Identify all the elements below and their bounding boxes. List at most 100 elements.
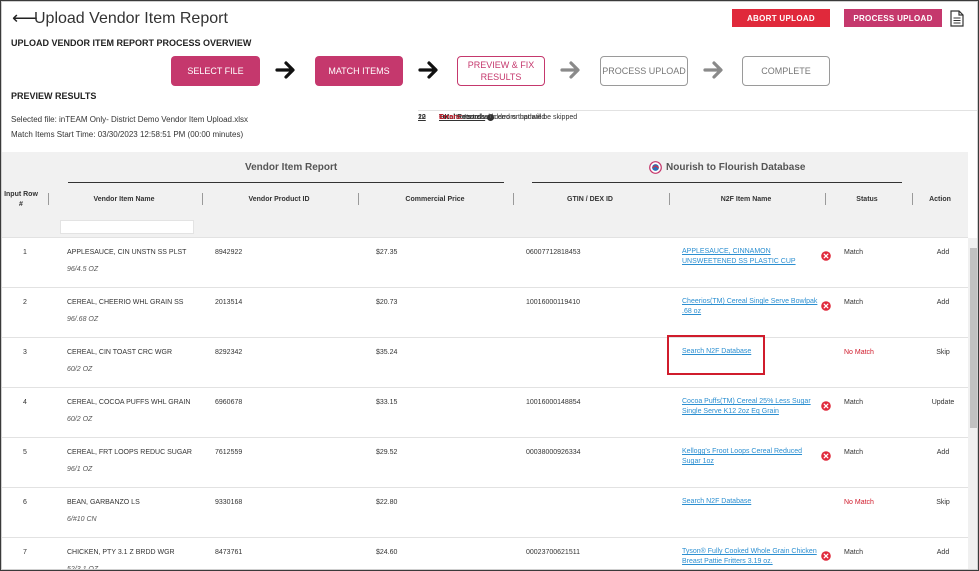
cell-action[interactable]: Add [930, 299, 956, 306]
cell-status: Match [844, 399, 864, 406]
cell-vendor-product-id: 8292342 [215, 349, 243, 356]
cell-status: Match [844, 249, 864, 256]
table-row: 5 CEREAL, FRT LOOPS REDUC SUGAR 96/1 OZ 761… [2, 437, 968, 487]
remove-circle-icon[interactable] [821, 401, 831, 411]
table-row: 7 CHICKEN, PTY 3.1 Z BRDD WGR 52/3.1 OZ 847… [2, 537, 968, 570]
col-vendor-item-name[interactable]: Vendor Item Name [62, 196, 186, 203]
cell-action[interactable]: Update [930, 399, 956, 406]
error-text: Items with errors that will be skipped [464, 113, 578, 121]
cell-gtin: 10016000119410 [526, 299, 580, 306]
step-complete[interactable]: COMPLETE [742, 56, 830, 86]
cell-input-row: 2 [23, 299, 27, 306]
cell-input-row: 1 [23, 249, 27, 256]
arrow-right-icon [275, 61, 295, 79]
scrollbar-thumb[interactable] [970, 248, 977, 428]
cell-pack-size: 60/2 OZ [67, 416, 93, 423]
cell-n2f-item-link[interactable]: Search N2F Database [682, 497, 822, 507]
cell-status: Match [844, 299, 864, 306]
remove-circle-icon[interactable] [821, 551, 831, 561]
col-action[interactable]: Action [920, 196, 960, 203]
cell-commercial-price: $29.52 [376, 449, 398, 456]
col-separator[interactable] [48, 193, 49, 205]
cell-action[interactable]: Add [930, 249, 956, 256]
col-gtin[interactable]: GTIN / DEX ID [527, 196, 653, 203]
col-commercial-price[interactable]: Commercial Price [372, 196, 498, 203]
cell-pack-size: 52/3.1 OZ [67, 566, 99, 570]
cell-n2f-item-link[interactable]: Tyson® Fully Cooked Whole Grain Chicken … [682, 547, 822, 567]
remove-circle-icon[interactable] [821, 251, 831, 261]
cell-n2f-item-link[interactable]: APPLESAUCE, CINNAMON UNSWEETENED SS PLAS… [682, 247, 822, 267]
step-process-upload[interactable]: PROCESS UPLOAD [600, 56, 688, 86]
arrow-right-icon [560, 61, 580, 79]
step-preview-fix-results[interactable]: PREVIEW & FIX RESULTS [457, 56, 545, 86]
table-row: 3 CEREAL, CIN TOAST CRC WGR 60/2 OZ 8292342… [2, 337, 968, 387]
cell-vendor-item-name: BEAN, GARBANZO LS [67, 499, 140, 506]
cell-vendor-product-id: 2013514 [215, 299, 243, 306]
cell-vendor-product-id: 9330168 [215, 499, 243, 506]
cell-status: No Match [844, 349, 874, 356]
cell-status: Match [844, 549, 864, 556]
cell-input-row: 6 [23, 499, 27, 506]
col-separator[interactable] [202, 193, 203, 205]
group-divider [68, 182, 504, 183]
col-separator[interactable] [912, 193, 913, 205]
cell-commercial-price: $27.35 [376, 249, 398, 256]
preview-results-title: PREVIEW RESULTS [11, 91, 97, 101]
cell-vendor-item-name: CEREAL, CIN TOAST CRC WGR [67, 349, 173, 356]
step-match-items[interactable]: MATCH ITEMS [315, 56, 403, 86]
abort-upload-button[interactable]: ABORT UPLOAD [732, 9, 830, 27]
col-n2f-item-name[interactable]: N2F Item Name [682, 196, 810, 203]
cell-pack-size: 60/2 OZ [67, 366, 93, 373]
col-status[interactable]: Status [838, 196, 896, 203]
cell-vendor-product-id: 7612559 [215, 449, 243, 456]
cell-n2f-item-link[interactable]: Cocoa Puffs(TM) Cereal 25% Less Sugar Si… [682, 397, 822, 417]
table-row: 2 CEREAL, CHEERIO WHL GRAIN SS 96/.68 OZ 20… [2, 287, 968, 337]
cell-vendor-item-name: CEREAL, FRT LOOPS REDUC SUGAR [67, 449, 192, 456]
cell-n2f-item-link[interactable]: Cheerios(TM) Cereal Single Serve Bowlpak… [682, 297, 822, 317]
arrow-right-icon [418, 61, 438, 79]
group-vendor-item-report: Vendor Item Report [245, 162, 338, 173]
page-title: Upload Vendor Item Report [34, 10, 228, 27]
col-separator[interactable] [358, 193, 359, 205]
cell-pack-size: 96/.68 OZ [67, 316, 99, 323]
cell-vendor-item-name: CEREAL, CHEERIO WHL GRAIN SS [67, 299, 184, 306]
process-overview-title: UPLOAD VENDOR ITEM REPORT PROCESS OVERVI… [11, 38, 252, 48]
cell-pack-size: 96/4.5 OZ [67, 266, 99, 273]
cell-vendor-item-name: CEREAL, COCOA PUFFS WHL GRAIN [67, 399, 191, 406]
process-upload-button[interactable]: PROCESS UPLOAD [844, 9, 942, 27]
cell-action[interactable]: Add [930, 449, 956, 456]
group-n2f-database: Nourish to Flourish Database [666, 162, 806, 173]
document-icon[interactable] [950, 10, 964, 27]
remove-circle-icon[interactable] [821, 451, 831, 461]
col-input-row[interactable]: Input Row # [2, 190, 40, 210]
cell-action[interactable]: Skip [930, 349, 956, 356]
col-vendor-product-id[interactable]: Vendor Product ID [216, 196, 342, 203]
cell-gtin: 06007712818453 [526, 249, 581, 256]
col-separator[interactable] [513, 193, 514, 205]
cell-n2f-item-link[interactable]: Kellogg's Froot Loops Cereal Reduced Sug… [682, 447, 822, 467]
col-separator[interactable] [825, 193, 826, 205]
cell-commercial-price: $35.24 [376, 349, 398, 356]
col-separator[interactable] [669, 193, 670, 205]
cell-input-row: 5 [23, 449, 27, 456]
cell-vendor-product-id: 6960678 [215, 399, 243, 406]
table-row: 6 BEAN, GARBANZO LS 6/#10 CN 9330168 $22.80 S… [2, 487, 968, 537]
cell-status: No Match [844, 499, 874, 506]
cell-action[interactable]: Add [930, 549, 956, 556]
cell-input-row: 7 [23, 549, 27, 556]
table-row: 1 APPLESAUCE, CIN UNSTN SS PLST 96/4.5 OZ 8… [2, 237, 968, 287]
table-row: 4 CEREAL, COCOA PUFFS WHL GRAIN 60/2 OZ 696… [2, 387, 968, 437]
cell-commercial-price: $22.80 [376, 499, 398, 506]
match-start-time-text: Match Items Start Time: 03/30/2023 12:58… [11, 130, 244, 139]
cell-action[interactable]: Skip [930, 499, 956, 506]
step-select-file[interactable]: SELECT FILE [171, 56, 260, 86]
cell-commercial-price: $24.60 [376, 549, 398, 556]
cell-input-row: 3 [23, 349, 27, 356]
cell-vendor-item-name: CHICKEN, PTY 3.1 Z BRDD WGR [67, 549, 175, 556]
cell-input-row: 4 [23, 399, 27, 406]
cell-pack-size: 96/1 OZ [67, 466, 93, 473]
vendor-item-name-filter-input[interactable] [60, 220, 194, 234]
remove-circle-icon[interactable] [821, 301, 831, 311]
error-count: 2 [418, 113, 422, 121]
group-divider [532, 182, 902, 183]
